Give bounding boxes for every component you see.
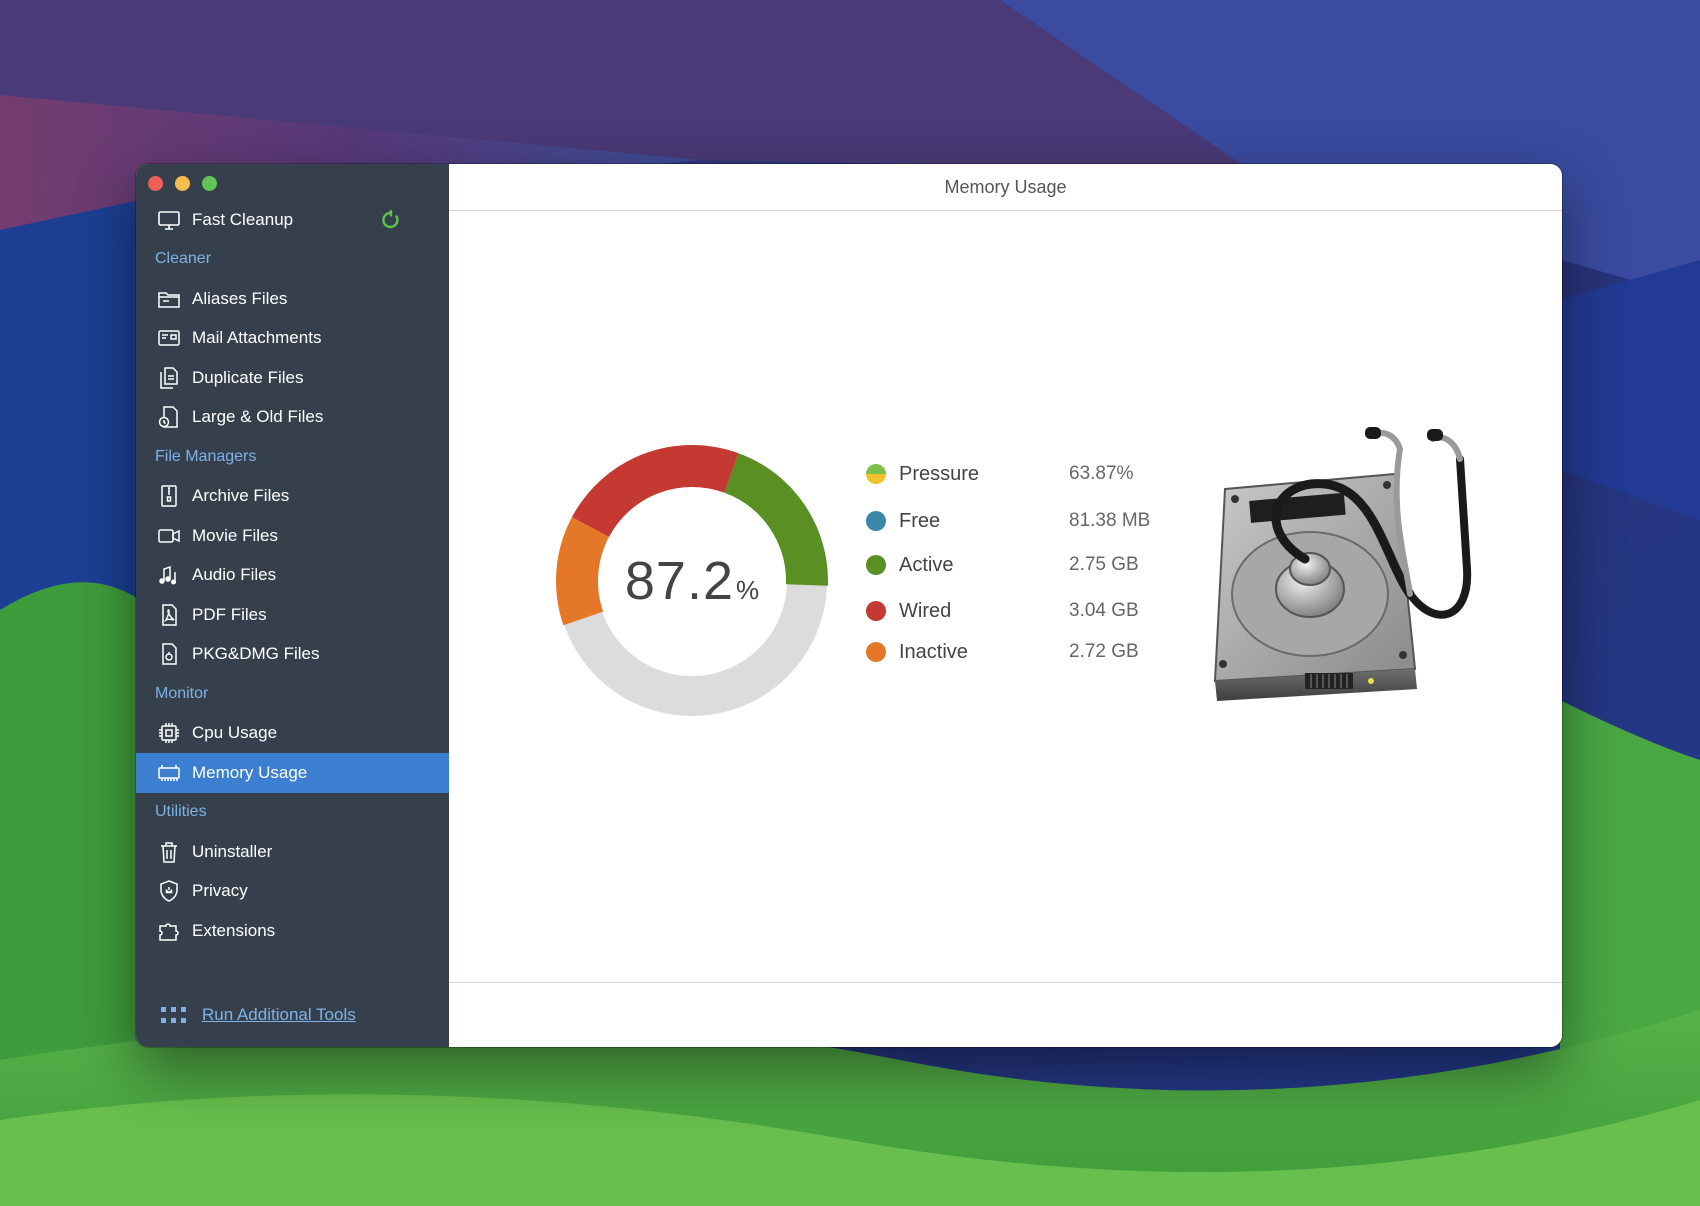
sidebar-item-privacy[interactable]: Privacy: [136, 872, 449, 912]
memory-usage-readout: 87.2 %: [552, 441, 832, 721]
movie-icon: [157, 524, 181, 548]
sidebar-item-fast-cleanup[interactable]: Fast Cleanup: [136, 200, 449, 240]
legend-value: 81.38 MB: [1069, 510, 1151, 531]
sidebar-item-label: Audio Files: [192, 565, 277, 585]
alias-folder-icon: [157, 287, 181, 311]
section-label-monitor: Monitor: [155, 684, 209, 702]
audio-icon: [157, 563, 181, 587]
main-panel: Memory Usage 87.2 % Pressure 63.87% Free: [449, 164, 1562, 1047]
sidebar-item-label: Aliases Files: [192, 288, 288, 308]
legend-value: 3.04 GB: [1069, 600, 1139, 621]
pressure-dot-icon: [866, 464, 886, 484]
minimize-window-button[interactable]: [175, 176, 190, 191]
sidebar-item-label: Movie Files: [192, 525, 278, 545]
sidebar-item-archive-files[interactable]: Archive Files: [136, 477, 449, 517]
sidebar-item-uninstaller[interactable]: Uninstaller: [136, 832, 449, 872]
sidebar-item-label: Cpu Usage: [192, 723, 278, 743]
status-footer: [449, 982, 1562, 1047]
sidebar-item-label: Archive Files: [192, 486, 290, 506]
shield-icon: [157, 879, 181, 903]
duplicate-files-icon: [157, 366, 181, 390]
sidebar-item-extensions[interactable]: Extensions: [136, 911, 449, 951]
grid-dots-icon: [161, 1007, 186, 1023]
active-dot-icon: [866, 555, 886, 575]
inactive-dot-icon: [866, 642, 886, 662]
legend-row-free: Free 81.38 MB: [866, 506, 1186, 536]
large-old-files-icon: [157, 405, 181, 429]
sidebar: Fast Cleanup Cleaner Aliases Files Mail …: [136, 164, 449, 1047]
legend-value: 2.72 GB: [1069, 641, 1139, 662]
memory-usage-donut: 87.2 %: [552, 441, 832, 721]
window-controls: [148, 176, 217, 191]
sidebar-item-label: Duplicate Files: [192, 367, 304, 387]
extensions-icon: [157, 919, 181, 943]
sidebar-item-aliases-files[interactable]: Aliases Files: [136, 279, 449, 319]
legend-value: 63.87%: [1069, 463, 1134, 484]
memory-usage-value: 87.2: [624, 551, 734, 611]
free-dot-icon: [866, 511, 886, 531]
sidebar-item-pkg-dmg-files[interactable]: PKG&DMG Files: [136, 635, 449, 675]
sidebar-item-label: Memory Usage: [192, 762, 308, 782]
legend-row-active: Active 2.75 GB: [866, 550, 1186, 580]
sidebar-item-memory-usage[interactable]: Memory Usage: [136, 753, 449, 793]
sidebar-item-label: Mail Attachments: [192, 328, 322, 348]
trash-icon: [157, 840, 181, 864]
legend-label: Pressure: [899, 462, 980, 485]
run-additional-tools-label[interactable]: Run Additional Tools: [202, 1005, 356, 1025]
legend-label: Active: [899, 553, 954, 576]
legend-label: Inactive: [899, 640, 968, 663]
sidebar-item-label: Uninstaller: [192, 841, 273, 861]
close-window-button[interactable]: [148, 176, 163, 191]
legend-row-wired: Wired 3.04 GB: [866, 596, 1186, 626]
package-icon: [157, 642, 181, 666]
section-label-file-managers: File Managers: [155, 447, 257, 465]
sidebar-item-label: Extensions: [192, 920, 276, 940]
disk-doctor-icon: [1195, 419, 1505, 719]
legend-row-inactive: Inactive 2.72 GB: [866, 637, 1186, 667]
sidebar-item-label: PDF Files: [192, 604, 267, 624]
refresh-icon: [382, 210, 399, 229]
sidebar-item-pdf-files[interactable]: PDF Files: [136, 595, 449, 635]
section-label-utilities: Utilities: [155, 803, 207, 821]
app-window: Fast Cleanup Cleaner Aliases Files Mail …: [136, 164, 1562, 1047]
archive-icon: [157, 484, 181, 508]
cpu-icon: [157, 721, 181, 745]
wired-dot-icon: [866, 601, 886, 621]
sidebar-item-duplicate-files[interactable]: Duplicate Files: [136, 358, 449, 398]
sidebar-item-movie-files[interactable]: Movie Files: [136, 516, 449, 556]
monitor-icon: [157, 208, 181, 232]
memory-usage-unit: %: [735, 574, 760, 605]
section-label-cleaner: Cleaner: [155, 250, 212, 268]
pdf-icon: [157, 603, 181, 627]
sidebar-nav: Fast Cleanup Cleaner Aliases Files Mail …: [136, 200, 449, 951]
mail-attachment-icon: [157, 326, 181, 350]
sidebar-item-label: Privacy: [192, 881, 248, 901]
maximize-window-button[interactable]: [202, 176, 217, 191]
window-title: Memory Usage: [449, 164, 1562, 211]
sidebar-item-cpu-usage[interactable]: Cpu Usage: [136, 714, 449, 754]
sidebar-item-label: Large & Old Files: [192, 407, 324, 427]
legend-value: 2.75 GB: [1069, 554, 1139, 575]
sidebar-item-audio-files[interactable]: Audio Files: [136, 556, 449, 596]
sidebar-item-large-old-files[interactable]: Large & Old Files: [136, 398, 449, 438]
sidebar-item-label: Fast Cleanup: [192, 209, 294, 229]
sidebar-item-label: PKG&DMG Files: [192, 644, 320, 664]
legend-label: Wired: [899, 599, 952, 622]
sidebar-item-mail-attachments[interactable]: Mail Attachments: [136, 319, 449, 359]
legend-row-pressure: Pressure 63.87%: [866, 459, 1186, 489]
memory-icon: [157, 761, 181, 785]
run-additional-tools-link[interactable]: Run Additional Tools: [160, 1005, 356, 1025]
legend-label: Free: [899, 509, 941, 532]
